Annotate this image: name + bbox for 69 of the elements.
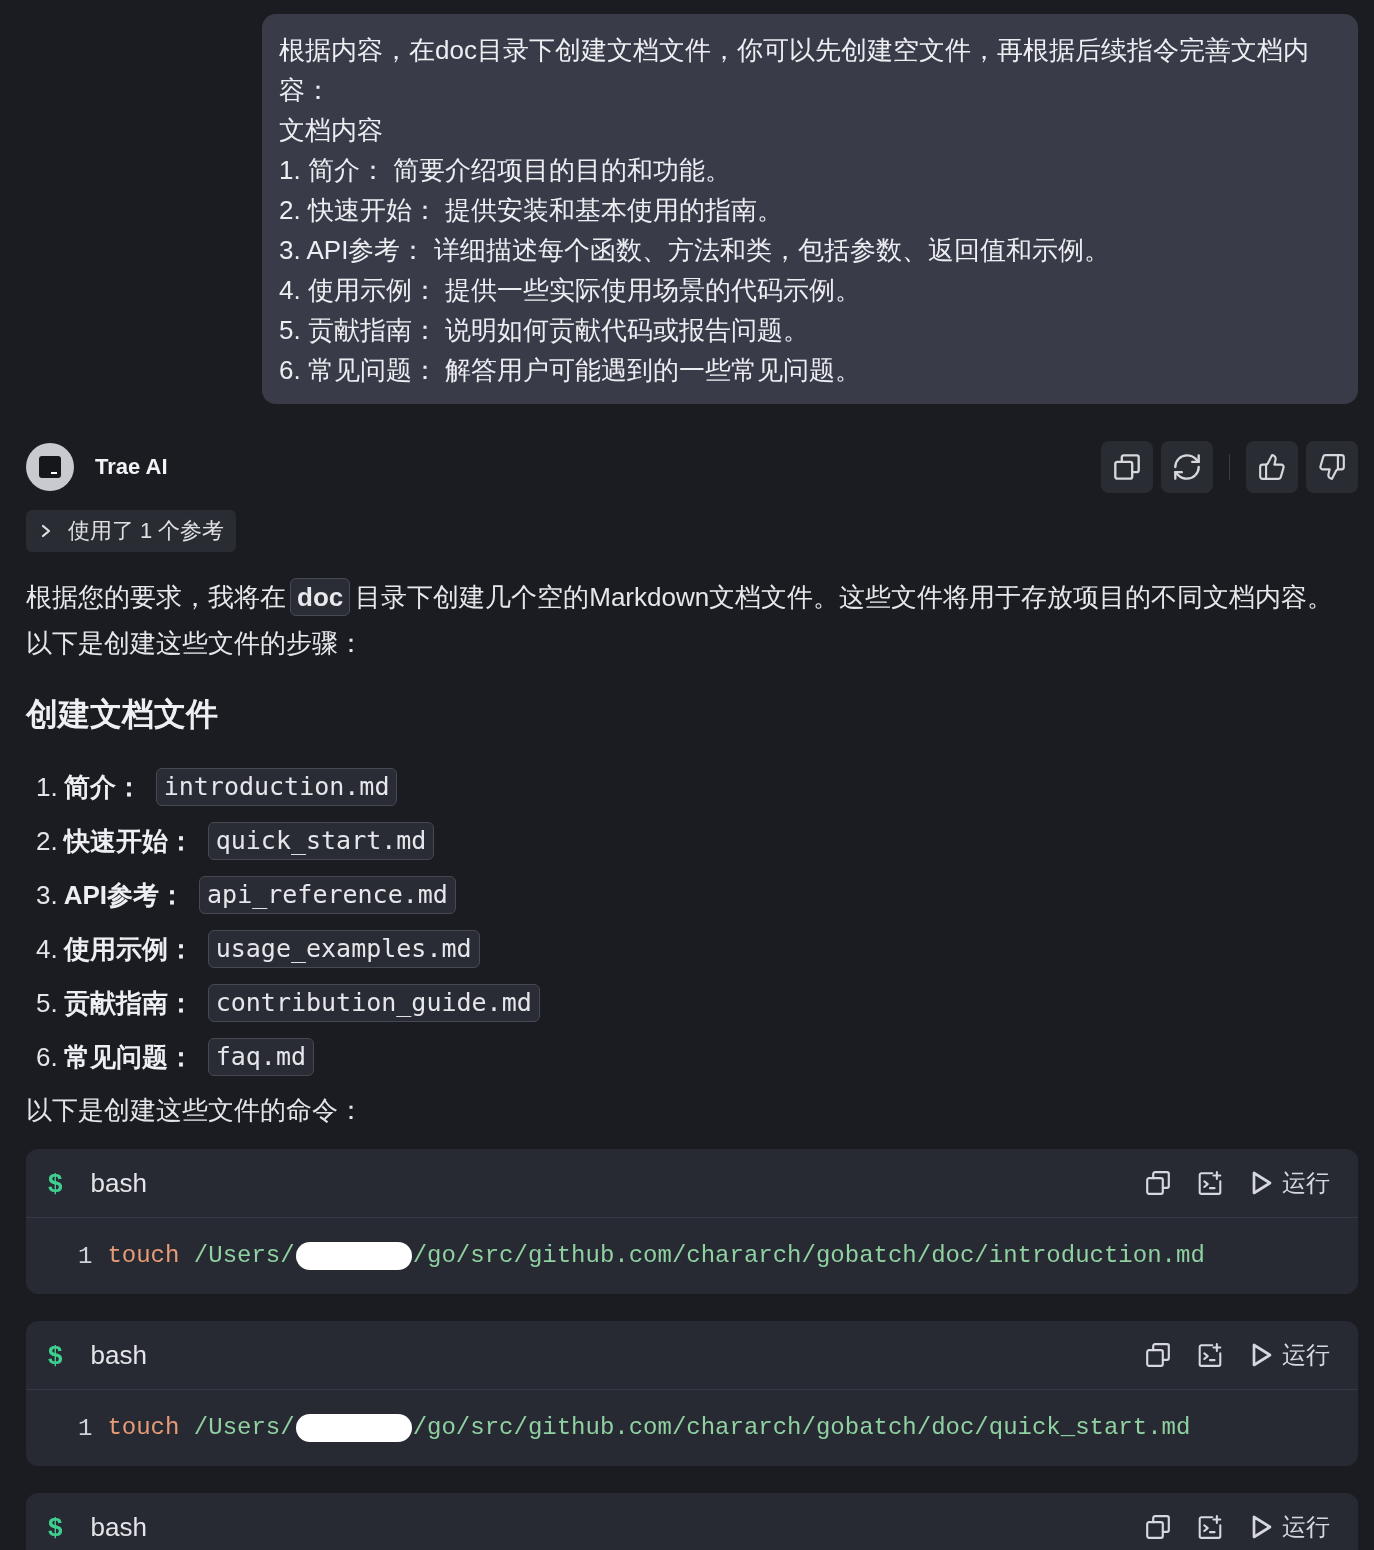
line-number: 1 — [78, 1414, 93, 1442]
inline-code: doc — [290, 578, 351, 616]
code-language: bash — [90, 1339, 147, 1371]
message-text: 5. 贡献指南： 说明如何贡献代码或报告问题。 — [279, 314, 811, 347]
insert-terminal-button[interactable] — [1198, 1171, 1222, 1195]
list-label: 快速开始： — [63, 824, 194, 858]
run-button[interactable]: 运行 — [1250, 1339, 1330, 1371]
avatar-icon — [26, 443, 74, 491]
run-button[interactable]: 运行 — [1250, 1511, 1330, 1543]
copy-icon — [1146, 1515, 1170, 1539]
file-name-code: faq.md — [207, 1038, 314, 1076]
copy-button[interactable] — [1146, 1343, 1170, 1367]
message-text: 文档内容 — [279, 114, 384, 147]
dislike-button[interactable] — [1306, 441, 1358, 493]
play-icon — [1250, 1171, 1274, 1195]
prompt-symbol: $ — [48, 1167, 63, 1199]
file-name-code: api_reference.md — [199, 876, 456, 914]
code-line: touch /Users/ /go/src/github.com/chararch/gobatch/doc/quick_start.md — [107, 1414, 1191, 1442]
copy-button[interactable] — [1101, 441, 1153, 493]
refresh-icon — [1174, 454, 1200, 480]
assistant-name: Trae AI — [95, 454, 168, 480]
terminal-plus-icon — [1198, 1515, 1222, 1539]
play-icon — [1250, 1515, 1274, 1539]
insert-terminal-button[interactable] — [1198, 1515, 1222, 1539]
prompt-symbol: $ — [48, 1339, 63, 1371]
list-number: 4. — [36, 933, 58, 965]
like-button[interactable] — [1246, 441, 1298, 493]
message-text: 4. 使用示例： 提供一些实际使用场景的代码示例。 — [279, 274, 863, 307]
list-label: API参考： — [63, 878, 186, 912]
file-name-code: introduction.md — [155, 768, 398, 806]
code-line: touch /Users/ /go/src/github.com/chararch/gobatch/doc/introduction.md — [107, 1242, 1205, 1270]
regenerate-button[interactable] — [1161, 441, 1213, 493]
message-text: 根据内容，在doc目录下创建文档文件，你可以先创建空文件，再根据后续指令完善文档内容： — [279, 34, 1310, 107]
list-label: 贡献指南： — [63, 986, 194, 1020]
copy-icon — [1114, 454, 1140, 480]
list-label: 简介： — [63, 770, 142, 804]
terminal-plus-icon — [1198, 1343, 1222, 1367]
thumbs-up-icon — [1259, 454, 1285, 480]
response-text: 以下是创建这些文件的命令： — [26, 1094, 365, 1127]
copy-button[interactable] — [1146, 1171, 1170, 1195]
terminal-plus-icon — [1198, 1171, 1222, 1195]
copy-icon — [1146, 1343, 1170, 1367]
list-label: 使用示例： — [63, 932, 194, 966]
list-label: 常见问题： — [63, 1040, 194, 1074]
run-button[interactable]: 运行 — [1250, 1167, 1330, 1199]
insert-terminal-button[interactable] — [1198, 1343, 1222, 1367]
list-number: 6. — [36, 1041, 58, 1073]
list-number: 3. — [36, 879, 58, 911]
message-text: 1. 简介： 简要介绍项目的目的和功能。 — [279, 154, 733, 187]
line-number: 1 — [78, 1242, 93, 1270]
file-name-code: usage_examples.md — [207, 930, 480, 968]
file-name-code: contribution_guide.md — [207, 984, 540, 1022]
message-text: 2. 快速开始： 提供安装和基本使用的指南。 — [279, 194, 785, 227]
code-language: bash — [90, 1511, 147, 1543]
response-paragraph: 根据您的要求，我将在 doc 目录下创建几个空的Markdown文档文件。这些文件将用于存放项目的不同文档内容。以下是创建这些文件的步骤： — [26, 574, 1358, 666]
list-number: 5. — [36, 987, 58, 1019]
list-number: 2. — [36, 825, 58, 857]
code-language: bash — [90, 1167, 147, 1199]
play-icon — [1250, 1343, 1274, 1367]
prompt-symbol: $ — [48, 1511, 63, 1543]
message-text: 6. 常见问题： 解答用户可能遇到的一些常见问题。 — [279, 354, 863, 387]
references-toggle[interactable]: 使用了 1 个参考 — [26, 510, 237, 552]
copy-icon — [1146, 1171, 1170, 1195]
file-name-code: quick_start.md — [207, 822, 435, 860]
copy-button[interactable] — [1146, 1515, 1170, 1539]
list-number: 1. — [36, 771, 58, 803]
message-text: 3. API参考： 详细描述每个函数、方法和类，包括参数、返回值和示例。 — [279, 234, 1111, 267]
thumbs-down-icon — [1319, 454, 1345, 480]
section-heading: 创建文档文件 — [26, 695, 219, 734]
